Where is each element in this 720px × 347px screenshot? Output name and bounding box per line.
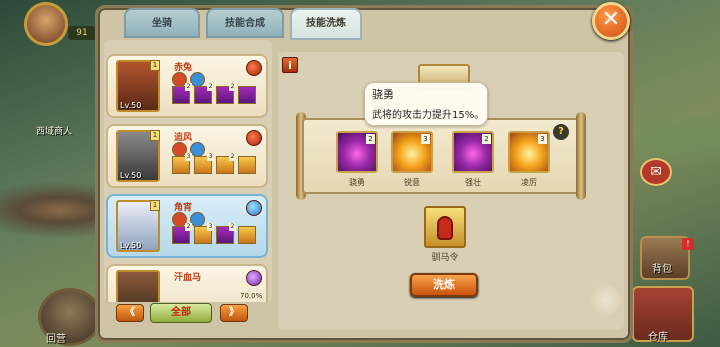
mount-card-jiaoxiao[interactable]: 1 Lv.50 角宵 2 3 2: [106, 194, 268, 258]
skill-slot-xiaoyong[interactable]: 2: [336, 131, 378, 173]
mount-portrait: 1 Lv.50: [116, 130, 160, 182]
help-icon[interactable]: ?: [553, 124, 569, 140]
decorative-ornament: [588, 282, 624, 318]
skill-count: 2: [185, 83, 192, 91]
info-icon[interactable]: i: [282, 57, 298, 73]
skill-count: 2: [482, 134, 491, 144]
filter-all-button[interactable]: 全部: [150, 303, 212, 323]
wash-button[interactable]: 洗炼: [410, 273, 478, 297]
warehouse-label: 仓库: [648, 332, 668, 343]
skill-slot-icon: 2: [216, 83, 236, 104]
skill-slot-ruiyi[interactable]: 3: [391, 131, 433, 173]
skill-count: 3: [207, 153, 214, 161]
mount-name: 汗血马: [174, 273, 202, 283]
skill-count: 2: [366, 134, 375, 144]
mount-portrait: 1 Lv.50: [116, 200, 160, 252]
skill-count: 2: [185, 223, 192, 231]
bag-label: 背包: [652, 264, 672, 275]
skill-count: 2: [229, 153, 236, 161]
mount-level: Lv.50: [120, 171, 142, 180]
defense-icon: [190, 72, 205, 87]
scroll-roll-right: [576, 112, 586, 200]
return-camp-label: 回营: [46, 334, 66, 345]
skill-label: 凌厉: [521, 178, 537, 187]
skill-count: 3: [538, 134, 547, 144]
mount-portrait: [116, 270, 160, 302]
mount-badge: 1: [150, 60, 160, 71]
mount-name: 角宵: [174, 203, 193, 213]
skill-slot-icon: 2: [216, 153, 236, 174]
token-icon: [437, 216, 453, 240]
skill-count: 2: [229, 223, 236, 231]
skill-label: 锐意: [404, 178, 420, 187]
tooltip-description: 武将的攻击力提升15%。: [372, 110, 485, 121]
skill-slot-qiangzhuang[interactable]: 2: [452, 131, 494, 173]
skill-slot-icon: 2: [194, 83, 214, 104]
tab-skill-wash[interactable]: 技能洗炼: [290, 8, 362, 40]
next-page-button[interactable]: 》: [220, 304, 248, 322]
chat-icon[interactable]: ✉: [640, 158, 672, 186]
mount-portrait: 1 Lv.50: [116, 60, 160, 112]
skill-slot-icon: 2: [216, 223, 236, 244]
notify-badge: !: [682, 238, 694, 250]
prev-page-button[interactable]: 《: [116, 304, 144, 322]
tooltip-title: 骁勇: [372, 88, 394, 101]
skill-count: 2: [207, 83, 214, 91]
purple-orb-icon: [246, 270, 262, 286]
mount-card-chitu[interactable]: 1 Lv.50 赤兔 2 2 2: [106, 54, 268, 118]
mount-progress: 70.0%: [240, 292, 263, 300]
red-orb-icon: [246, 130, 262, 146]
skill-slot-icon: 3: [194, 223, 214, 244]
mount-name: 追风: [174, 133, 193, 143]
skill-count: 3: [185, 153, 192, 161]
tab-mount[interactable]: 坐骑: [124, 8, 200, 38]
skill-slot-icon: [238, 86, 256, 104]
skill-slot-icon: 2: [172, 223, 192, 244]
player-avatar[interactable]: [24, 2, 68, 46]
mount-level: Lv.50: [120, 101, 142, 110]
mount-badge: 1: [150, 200, 160, 211]
skill-label: 骁勇: [349, 178, 365, 187]
skill-slot-lingli[interactable]: 3: [508, 131, 550, 173]
skill-slot-icon: [238, 156, 256, 174]
skill-count: 3: [207, 223, 214, 231]
skill-slot-icon: 2: [172, 83, 192, 104]
mount-badge: 1: [150, 130, 160, 141]
player-level: 91: [68, 26, 96, 40]
skill-slot-icon: 3: [194, 153, 214, 174]
mount-list[interactable]: 1 Lv.50 赤兔 2 2 2 1 Lv.50 追风 3 3 2 1 Lv.5…: [104, 40, 272, 302]
horse-token-item[interactable]: [424, 206, 466, 248]
skill-slot-icon: [238, 226, 256, 244]
item-label: 驯马令: [431, 253, 459, 263]
mount-level: Lv.50: [120, 241, 142, 250]
skill-label: 强壮: [465, 178, 481, 187]
tab-skill-merge[interactable]: 技能合成: [206, 8, 284, 38]
close-button[interactable]: ✕: [592, 2, 630, 40]
mount-card-zhuifeng[interactable]: 1 Lv.50 追风 3 3 2: [106, 124, 268, 188]
defense-icon: [190, 212, 205, 227]
skill-slot-icon: 3: [172, 153, 192, 174]
skill-count: 2: [229, 83, 236, 91]
defense-icon: [190, 142, 205, 157]
mount-name: 赤兔: [174, 63, 193, 73]
blue-orb-icon: [246, 200, 262, 216]
skill-count: 3: [421, 134, 430, 144]
red-orb-icon: [246, 60, 262, 76]
npc-label: 西域商人: [36, 127, 73, 137]
mount-card-hanxuema[interactable]: 汗血马 70.0%: [106, 264, 268, 302]
